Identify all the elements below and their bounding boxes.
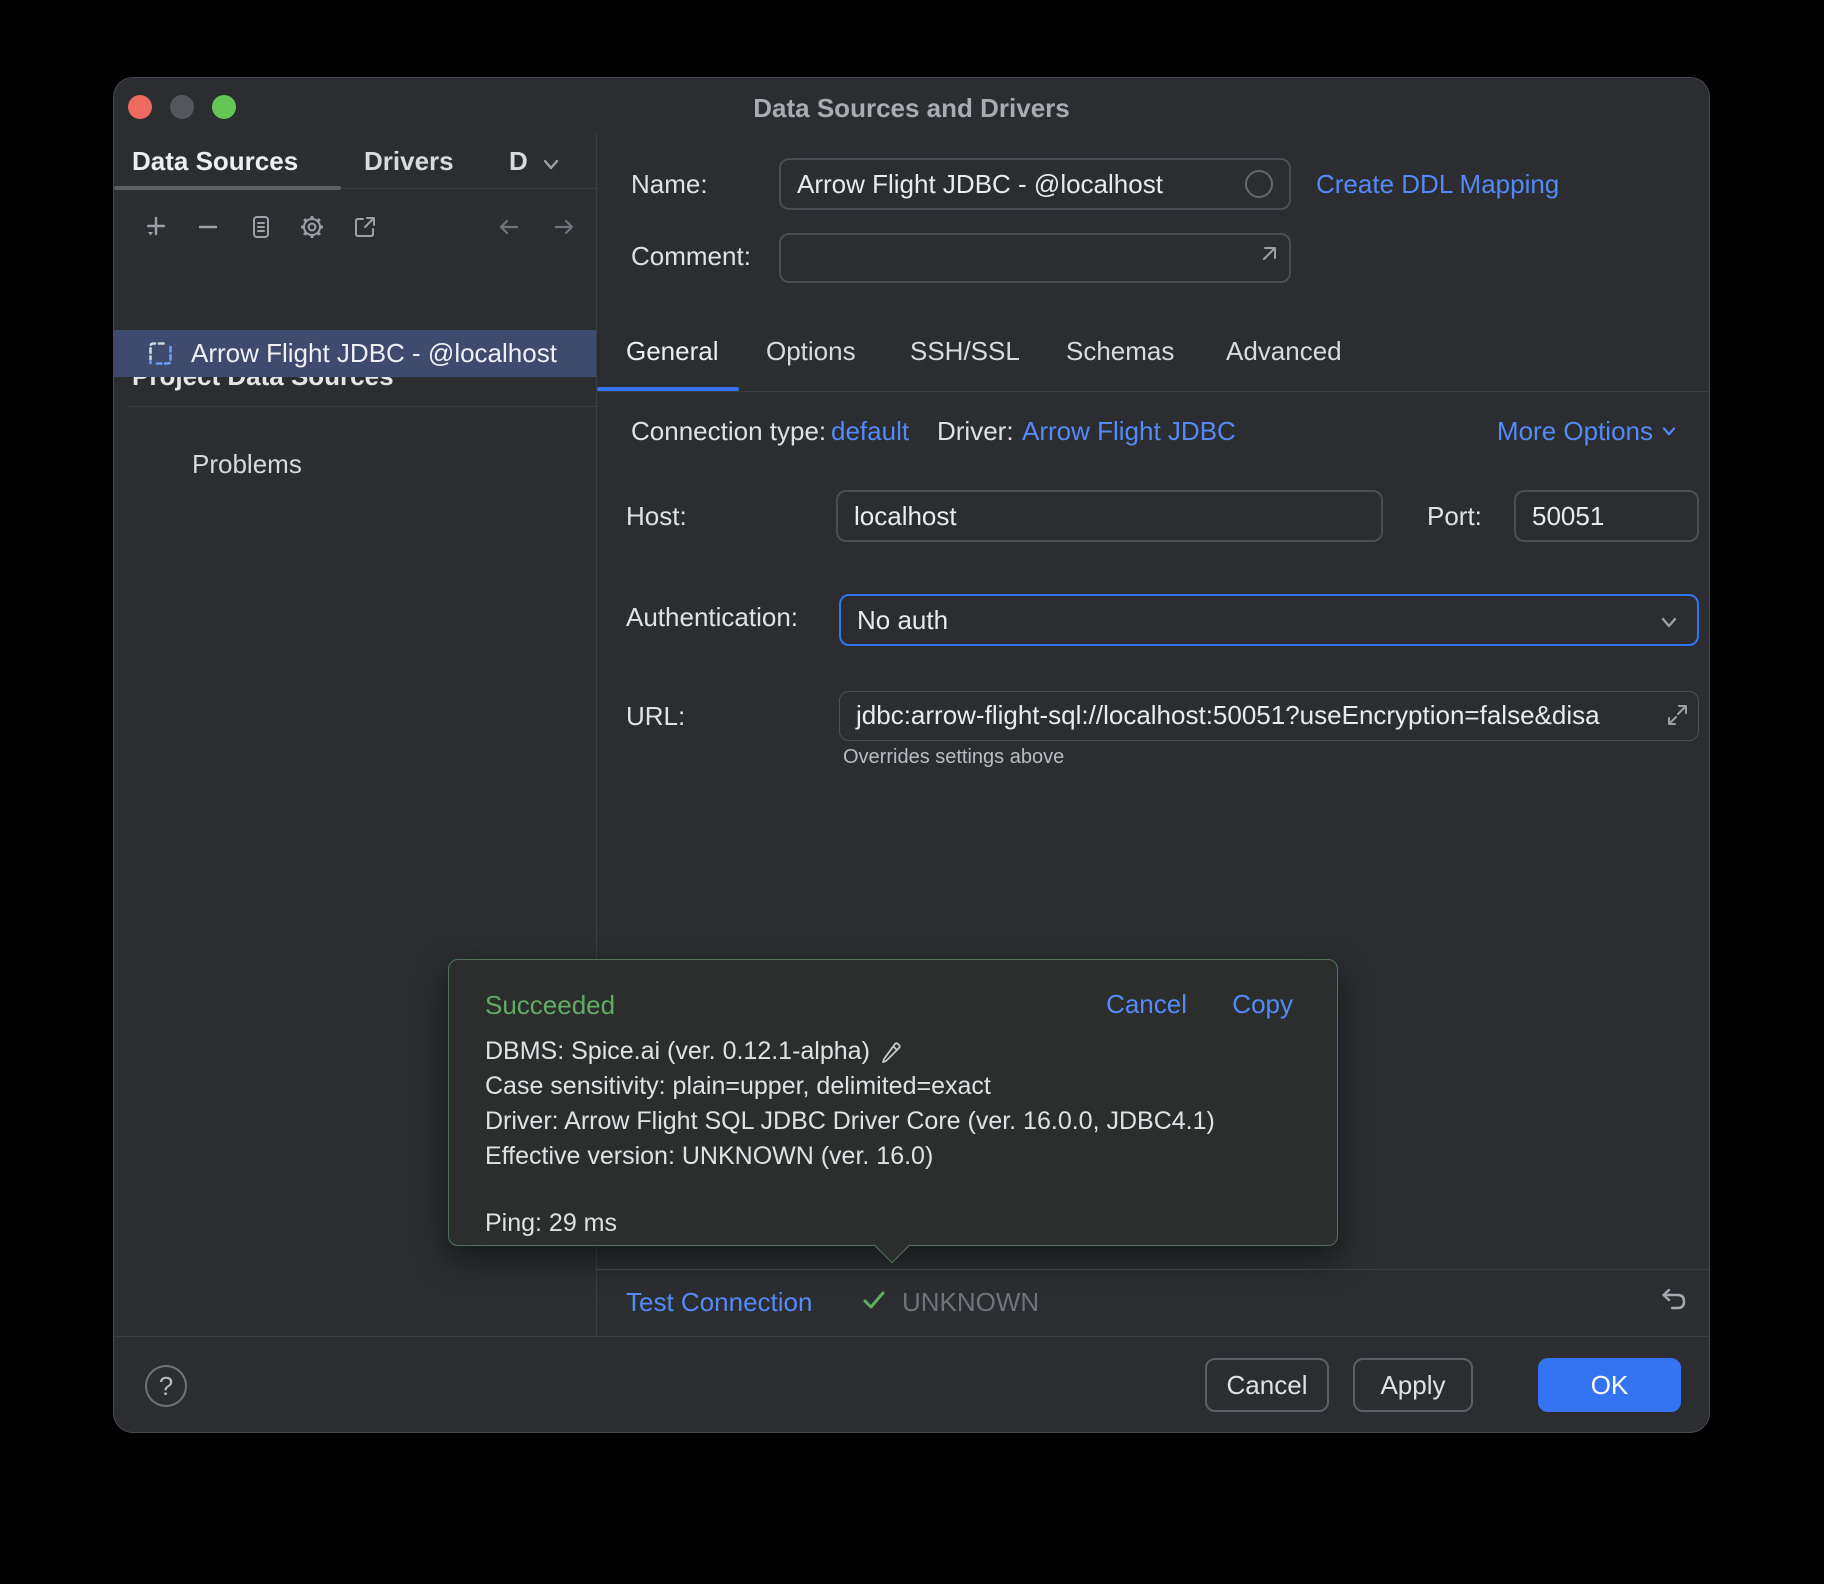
host-input[interactable]: localhost xyxy=(836,490,1383,542)
url-value: jdbc:arrow-flight-sql://localhost:50051?… xyxy=(856,700,1600,730)
arrow-flight-icon xyxy=(147,340,174,367)
expand-url-icon[interactable] xyxy=(1662,700,1692,730)
sidebar-item-problems[interactable]: Problems xyxy=(192,450,302,478)
tabs-divider xyxy=(596,391,1710,392)
tab-general[interactable]: General xyxy=(626,337,719,365)
sidebar-item-arrow-flight-jdbc[interactable]: Arrow Flight JDBC - @localhost xyxy=(114,330,596,377)
popup-driver-line: Driver: Arrow Flight SQL JDBC Driver Cor… xyxy=(485,1104,1215,1139)
popup-version-line: Effective version: UNKNOWN (ver. 16.0) xyxy=(485,1139,1215,1174)
url-label: URL: xyxy=(626,702,685,730)
popup-copy-link[interactable]: Copy xyxy=(1232,990,1293,1018)
tab-schemas[interactable]: Schemas xyxy=(1066,337,1174,365)
forward-arrow-icon[interactable] xyxy=(551,214,577,240)
comment-input[interactable] xyxy=(779,233,1291,283)
sidebar-tabstrip: Data Sources Drivers D xyxy=(114,134,596,189)
chevron-down-icon xyxy=(1657,610,1681,634)
popup-cancel-link[interactable]: Cancel xyxy=(1106,990,1187,1018)
authentication-value: No auth xyxy=(857,605,948,635)
footer-divider xyxy=(114,1336,1709,1337)
chevron-down-icon xyxy=(1659,421,1679,441)
sidebar-item-label: Arrow Flight JDBC - @localhost xyxy=(191,330,557,377)
test-connection-link[interactable]: Test Connection xyxy=(626,1288,812,1316)
help-button[interactable]: ? xyxy=(145,1365,187,1407)
popup-ping-line: Ping: 29 ms xyxy=(485,1206,1215,1241)
status-succeeded: Succeeded xyxy=(485,990,615,1021)
tab-data-sources[interactable]: Data Sources xyxy=(132,134,298,189)
duplicate-icon[interactable] xyxy=(248,214,274,240)
driver-value-link[interactable]: Arrow Flight JDBC xyxy=(1022,417,1236,445)
driver-label: Driver: xyxy=(937,417,1014,445)
add-data-source-button[interactable] xyxy=(143,214,169,240)
name-input[interactable]: Arrow Flight JDBC - @localhost xyxy=(779,158,1291,210)
comment-label: Comment: xyxy=(631,242,751,270)
back-arrow-icon[interactable] xyxy=(496,214,522,240)
test-connection-popup: Succeeded Cancel Copy DBMS: Spice.ai (ve… xyxy=(448,959,1338,1246)
tab-options[interactable]: Options xyxy=(766,337,856,365)
loading-ring-icon xyxy=(1245,170,1273,198)
popup-dbms-line: DBMS: Spice.ai (ver. 0.12.1-alpha) xyxy=(485,1034,870,1069)
open-in-new-window-icon[interactable] xyxy=(352,214,378,240)
sidebar-splitter[interactable] xyxy=(127,406,596,407)
create-ddl-mapping-link[interactable]: Create DDL Mapping xyxy=(1316,170,1559,198)
active-tab-underline xyxy=(114,186,341,190)
window-title: Data Sources and Drivers xyxy=(114,93,1709,124)
name-label: Name: xyxy=(631,170,708,198)
cancel-button[interactable]: Cancel xyxy=(1205,1358,1329,1412)
check-icon xyxy=(858,1284,890,1316)
apply-button[interactable]: Apply xyxy=(1353,1358,1473,1412)
url-hint: Overrides settings above xyxy=(843,746,1064,768)
connection-type-value-link[interactable]: default xyxy=(831,417,909,445)
active-settings-tab-underline xyxy=(597,387,739,391)
url-input[interactable]: jdbc:arrow-flight-sql://localhost:50051?… xyxy=(839,691,1699,741)
more-options-label: More Options xyxy=(1497,417,1653,445)
name-value: Arrow Flight JDBC - @localhost xyxy=(797,169,1163,199)
popup-case-line: Case sensitivity: plain=upper, delimited… xyxy=(485,1069,1215,1104)
host-label: Host: xyxy=(626,502,687,530)
ok-button[interactable]: OK xyxy=(1538,1358,1681,1412)
host-value: localhost xyxy=(854,501,957,531)
tab-ssh-ssl[interactable]: SSH/SSL xyxy=(910,337,1020,365)
remove-data-source-button[interactable] xyxy=(195,214,221,240)
port-value: 50051 xyxy=(1532,501,1604,531)
edit-pencil-icon[interactable] xyxy=(878,1039,904,1065)
connection-status-text: UNKNOWN xyxy=(902,1288,1039,1316)
tab-truncated[interactable]: D xyxy=(509,134,528,189)
chevron-down-icon[interactable] xyxy=(539,152,563,176)
gear-icon[interactable] xyxy=(299,214,325,240)
test-strip-divider xyxy=(596,1269,1710,1270)
authentication-label: Authentication: xyxy=(626,603,798,631)
authentication-select[interactable]: No auth xyxy=(839,594,1699,646)
undo-icon[interactable] xyxy=(1654,1282,1692,1320)
connection-type-label: Connection type: xyxy=(631,417,826,445)
port-input[interactable]: 50051 xyxy=(1514,490,1699,542)
more-options-link[interactable]: More Options xyxy=(1497,417,1679,445)
tab-drivers[interactable]: Drivers xyxy=(364,134,454,189)
tab-advanced[interactable]: Advanced xyxy=(1226,337,1342,365)
expand-comment-icon[interactable] xyxy=(1255,244,1279,268)
port-label: Port: xyxy=(1427,502,1482,530)
data-sources-dialog: Data Sources and Drivers Data Sources Dr… xyxy=(113,77,1710,1433)
